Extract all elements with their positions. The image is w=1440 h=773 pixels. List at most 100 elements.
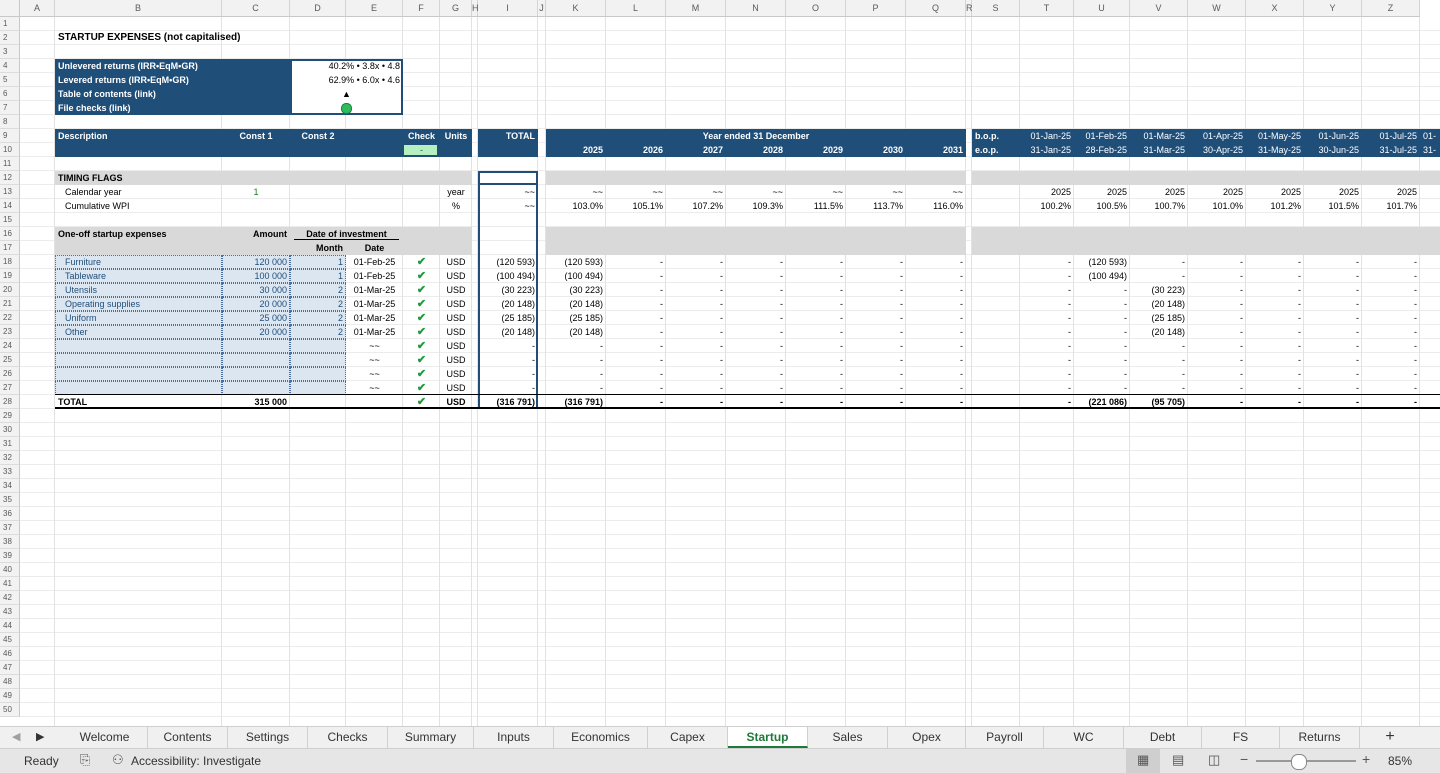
column-header-A[interactable]: A <box>20 0 55 17</box>
row-header-16[interactable]: 16 <box>0 227 20 241</box>
row-header-42[interactable]: 42 <box>0 591 20 605</box>
row-header-26[interactable]: 26 <box>0 367 20 381</box>
expense-amount-input[interactable]: 120 000 <box>222 255 290 269</box>
sheet-tab-debt[interactable]: Debt <box>1124 727 1202 748</box>
row-header-8[interactable]: 8 <box>0 115 20 129</box>
row-header-46[interactable]: 46 <box>0 647 20 661</box>
expense-month-input[interactable]: 1 <box>290 269 346 283</box>
sheet-tab-payroll[interactable]: Payroll <box>966 727 1044 748</box>
zoom-slider-thumb[interactable] <box>1291 754 1307 770</box>
row-header-36[interactable]: 36 <box>0 507 20 521</box>
expense-amount-input[interactable] <box>222 339 290 353</box>
expense-name-input[interactable] <box>55 367 222 381</box>
row-header-3[interactable]: 3 <box>0 45 20 59</box>
expense-name-input[interactable] <box>55 353 222 367</box>
column-header-N[interactable]: N <box>726 0 786 17</box>
row-header-2[interactable]: 2 <box>0 31 20 45</box>
column-header-L[interactable]: L <box>606 0 666 17</box>
row-header-1[interactable]: 1 <box>0 17 20 31</box>
sheet-tab-sales[interactable]: Sales <box>808 727 888 748</box>
column-header-J[interactable]: J <box>538 0 546 17</box>
zoom-out-button[interactable]: − <box>1240 751 1248 767</box>
accessibility-icon[interactable]: ⚇ <box>112 752 124 768</box>
expense-name-input[interactable]: Other <box>55 325 222 339</box>
row-header-45[interactable]: 45 <box>0 633 20 647</box>
row-header-25[interactable]: 25 <box>0 353 20 367</box>
calendar-year-const[interactable]: 1 <box>222 185 290 199</box>
sheet-tab-wc[interactable]: WC <box>1044 727 1124 748</box>
row-header-27[interactable]: 27 <box>0 381 20 395</box>
row-header-34[interactable]: 34 <box>0 479 20 493</box>
macro-recording-icon[interactable]: ⎘ <box>80 752 90 768</box>
accessibility-status[interactable]: Accessibility: Investigate <box>131 754 261 768</box>
row-header-40[interactable]: 40 <box>0 563 20 577</box>
sheet-tab-summary[interactable]: Summary <box>388 727 474 748</box>
row-header-10[interactable]: 10 <box>0 143 20 157</box>
sheet-tab-returns[interactable]: Returns <box>1280 727 1360 748</box>
expense-amount-input[interactable] <box>222 367 290 381</box>
sheet-tab-checks[interactable]: Checks <box>308 727 388 748</box>
toc-link-icon[interactable]: ▲ <box>290 87 403 101</box>
sheet-tab-economics[interactable]: Economics <box>554 727 648 748</box>
row-header-21[interactable]: 21 <box>0 297 20 311</box>
expense-name-input[interactable]: Tableware <box>55 269 222 283</box>
expense-month-input[interactable] <box>290 339 346 353</box>
expense-amount-input[interactable]: 100 000 <box>222 269 290 283</box>
expense-amount-input[interactable]: 20 000 <box>222 297 290 311</box>
expense-month-input[interactable]: 2 <box>290 297 346 311</box>
row-header-20[interactable]: 20 <box>0 283 20 297</box>
row-header-13[interactable]: 13 <box>0 185 20 199</box>
row-header-14[interactable]: 14 <box>0 199 20 213</box>
row-header-31[interactable]: 31 <box>0 437 20 451</box>
expense-month-input[interactable]: 2 <box>290 325 346 339</box>
expense-month-input[interactable]: 2 <box>290 311 346 325</box>
expense-amount-input[interactable]: 25 000 <box>222 311 290 325</box>
expense-name-input[interactable] <box>55 381 222 395</box>
row-header-23[interactable]: 23 <box>0 325 20 339</box>
expense-name-input[interactable]: Uniform <box>55 311 222 325</box>
expense-name-input[interactable]: Utensils <box>55 283 222 297</box>
row-header-41[interactable]: 41 <box>0 577 20 591</box>
column-header-P[interactable]: P <box>846 0 906 17</box>
sheet-tab-startup[interactable]: Startup <box>728 727 808 748</box>
sheet-tab-welcome[interactable]: Welcome <box>62 727 148 748</box>
row-header-18[interactable]: 18 <box>0 255 20 269</box>
column-header-O[interactable]: O <box>786 0 846 17</box>
row-header-7[interactable]: 7 <box>0 101 20 115</box>
row-header-48[interactable]: 48 <box>0 675 20 689</box>
column-header-Z[interactable]: Z <box>1362 0 1420 17</box>
row-header-15[interactable]: 15 <box>0 213 20 227</box>
expense-month-input[interactable] <box>290 353 346 367</box>
zoom-in-button[interactable]: + <box>1362 751 1370 767</box>
sheet-tab-capex[interactable]: Capex <box>648 727 728 748</box>
row-header-29[interactable]: 29 <box>0 409 20 423</box>
sheet-tab-contents[interactable]: Contents <box>148 727 228 748</box>
sheet-tab-settings[interactable]: Settings <box>228 727 308 748</box>
row-header-22[interactable]: 22 <box>0 311 20 325</box>
expense-month-input[interactable] <box>290 381 346 395</box>
expense-name-input[interactable]: Furniture <box>55 255 222 269</box>
row-header-4[interactable]: 4 <box>0 59 20 73</box>
scroll-tabs-left-icon[interactable]: ◀ <box>12 730 20 743</box>
row-header-5[interactable]: 5 <box>0 73 20 87</box>
column-header-F[interactable]: F <box>403 0 440 17</box>
row-header-19[interactable]: 19 <box>0 269 20 283</box>
add-sheet-button[interactable]: + <box>1360 727 1420 748</box>
column-header-X[interactable]: X <box>1246 0 1304 17</box>
column-header-I[interactable]: I <box>478 0 538 17</box>
levered-returns-value[interactable]: 62.9% • 6.0x • 4.6 <box>290 73 403 87</box>
expense-amount-input[interactable]: 20 000 <box>222 325 290 339</box>
column-header-Q[interactable]: Q <box>906 0 966 17</box>
row-header-24[interactable]: 24 <box>0 339 20 353</box>
expense-amount-input[interactable]: 30 000 <box>222 283 290 297</box>
sheet-tab-inputs[interactable]: Inputs <box>474 727 554 748</box>
scroll-tabs-right-icon[interactable]: ▶ <box>36 730 44 743</box>
row-header-37[interactable]: 37 <box>0 521 20 535</box>
row-header-50[interactable]: 50 <box>0 703 20 717</box>
column-header-S[interactable]: S <box>972 0 1020 17</box>
page-break-view-icon[interactable]: ◫ <box>1208 752 1220 768</box>
row-header-9[interactable]: 9 <box>0 129 20 143</box>
expense-name-input[interactable] <box>55 339 222 353</box>
column-header-G[interactable]: G <box>440 0 472 17</box>
column-header-T[interactable]: T <box>1020 0 1074 17</box>
